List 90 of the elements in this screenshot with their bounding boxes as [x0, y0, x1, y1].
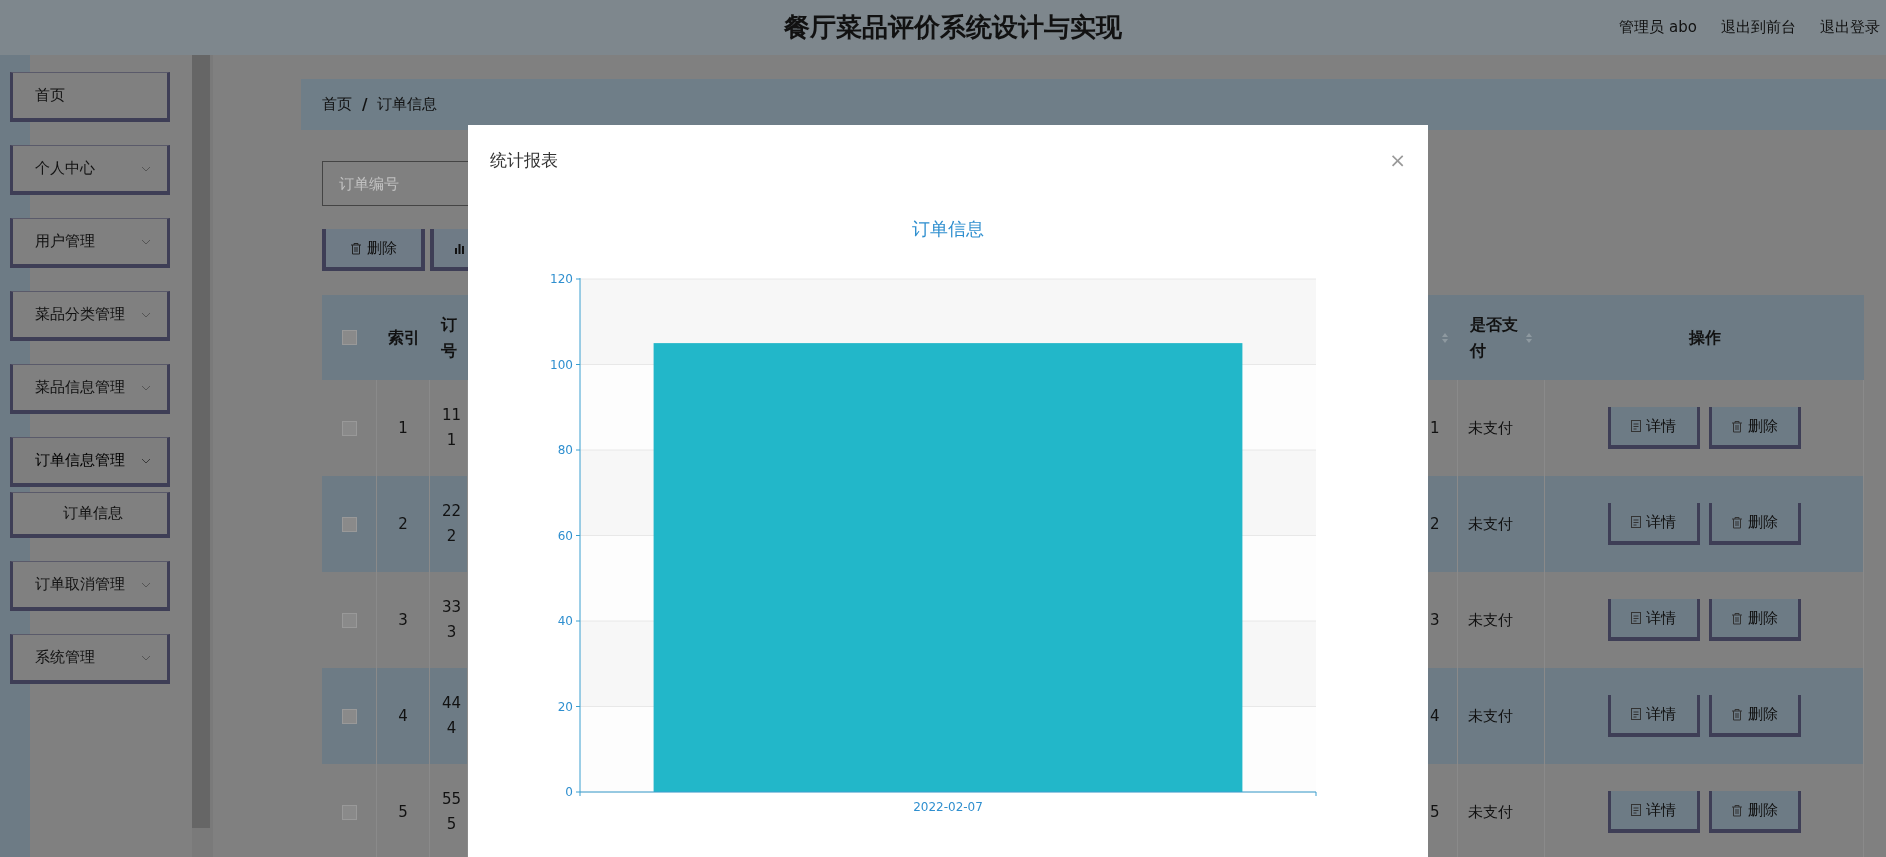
scrollbar[interactable] — [192, 55, 210, 828]
breadcrumb-item[interactable]: 首页 — [322, 95, 352, 114]
tick-label: 120 — [550, 272, 573, 286]
column-header: 是否支付 — [1470, 313, 1519, 362]
tick-label: 40 — [557, 614, 573, 628]
table-cell-text: 22 2 — [441, 500, 462, 547]
menu-item[interactable]: 用户管理 — [10, 218, 170, 268]
table-cell: 未支付 — [1468, 514, 1513, 534]
details-button[interactable]: 详情 — [1607, 599, 1700, 641]
delete-button[interactable]: 删除 — [1708, 503, 1801, 545]
table-cell-text: 11 1 — [441, 404, 462, 451]
chevron-icon — [141, 311, 151, 318]
table-cell: 未支付 — [1468, 706, 1513, 726]
menu-item[interactable]: 订单信息管理 — [10, 437, 170, 487]
table-cell: 5 — [1430, 803, 1440, 821]
breadcrumb-separator: / — [362, 95, 368, 114]
trash-icon — [350, 241, 362, 255]
table-cell: 3 — [398, 611, 408, 629]
trash-icon — [1731, 707, 1743, 721]
tick-label: 80 — [557, 443, 573, 457]
table-cell-text: 44 4 — [441, 692, 462, 739]
document-icon — [1631, 516, 1641, 528]
tick-label: 100 — [550, 357, 573, 372]
document-icon — [1631, 612, 1641, 624]
table-cell: 未支付 — [1468, 802, 1513, 822]
table-cell: 1 — [398, 419, 408, 437]
column-header: 操作 — [1688, 326, 1721, 349]
bar-chart-icon — [454, 242, 466, 254]
user-label: 管理员 abo — [1619, 18, 1697, 37]
sort-icon[interactable] — [1441, 331, 1449, 344]
chevron-icon — [141, 165, 151, 172]
trash-icon — [1731, 515, 1743, 529]
table-cell-text: 33 3 — [441, 596, 462, 643]
document-icon — [1631, 708, 1641, 720]
delete-button[interactable]: 删除 — [1708, 791, 1801, 833]
app-title: 餐厅菜品评价系统设计与实现 — [783, 11, 1122, 44]
breadcrumb-item[interactable]: 订单信息 — [377, 95, 438, 114]
checkbox[interactable] — [341, 612, 357, 628]
tick-label: 60 — [557, 528, 573, 543]
menu-item[interactable]: 首页 — [10, 72, 170, 122]
checkbox[interactable] — [341, 708, 357, 724]
tick-label: 20 — [557, 699, 573, 714]
menu-item[interactable]: 个人中心 — [10, 145, 170, 195]
column-header: 订号 — [441, 313, 457, 362]
document-icon — [1631, 804, 1641, 816]
table-cell-text: 55 5 — [441, 788, 462, 835]
menu-item[interactable]: 菜品分类管理 — [10, 291, 170, 341]
checkbox[interactable] — [341, 804, 357, 820]
table-cell: 1 — [1430, 419, 1440, 437]
chevron-icon — [141, 238, 151, 245]
chevron-icon — [141, 654, 151, 661]
checkbox[interactable] — [342, 330, 357, 345]
sort-icon[interactable] — [1525, 331, 1534, 344]
checkbox[interactable] — [341, 420, 357, 436]
table-cell: 未支付 — [1468, 418, 1513, 438]
document-icon — [1631, 420, 1641, 432]
delete-button[interactable]: 删除 — [1708, 599, 1801, 641]
table-cell: 5 — [398, 803, 408, 821]
trash-icon — [1731, 419, 1743, 433]
table-cell: 3 — [1430, 611, 1440, 629]
menu-item[interactable]: 系统管理 — [10, 634, 170, 684]
tick-label: 2022-02-07 — [913, 800, 983, 814]
chevron-icon — [141, 384, 151, 391]
trash-icon — [1731, 803, 1743, 817]
details-button[interactable]: 详情 — [1607, 791, 1700, 833]
header-link[interactable]: 退出到前台 — [1721, 18, 1796, 37]
delete-button[interactable]: 删除 — [1708, 695, 1801, 737]
table-cell: 2 — [398, 515, 408, 533]
submenu-item[interactable]: 订单信息 — [10, 492, 170, 538]
header-link[interactable]: 退出登录 — [1820, 18, 1880, 37]
details-button[interactable]: 详情 — [1607, 503, 1700, 545]
table-cell: 4 — [1430, 707, 1440, 725]
delete-button[interactable]: 删除 — [322, 229, 425, 271]
menu-item[interactable]: 订单取消管理 — [10, 561, 170, 611]
table-cell: 4 — [398, 707, 408, 725]
table-cell: 2 — [1430, 515, 1440, 533]
delete-button[interactable]: 删除 — [1708, 407, 1801, 449]
details-button[interactable]: 详情 — [1607, 695, 1700, 737]
chevron-icon — [141, 581, 151, 588]
column-header: 索引 — [387, 326, 420, 349]
tick-label: 0 — [565, 785, 573, 799]
close-button[interactable]: × — [1389, 150, 1406, 170]
checkbox[interactable] — [341, 516, 357, 532]
table-cell: 未支付 — [1468, 610, 1513, 630]
menu-item[interactable]: 菜品信息管理 — [10, 364, 170, 414]
trash-icon — [1731, 611, 1743, 625]
dialog-title: 统计报表 — [490, 148, 558, 172]
chevron-icon — [141, 457, 151, 464]
details-button[interactable]: 详情 — [1607, 407, 1700, 449]
chart-title: 订单信息 — [912, 218, 984, 239]
